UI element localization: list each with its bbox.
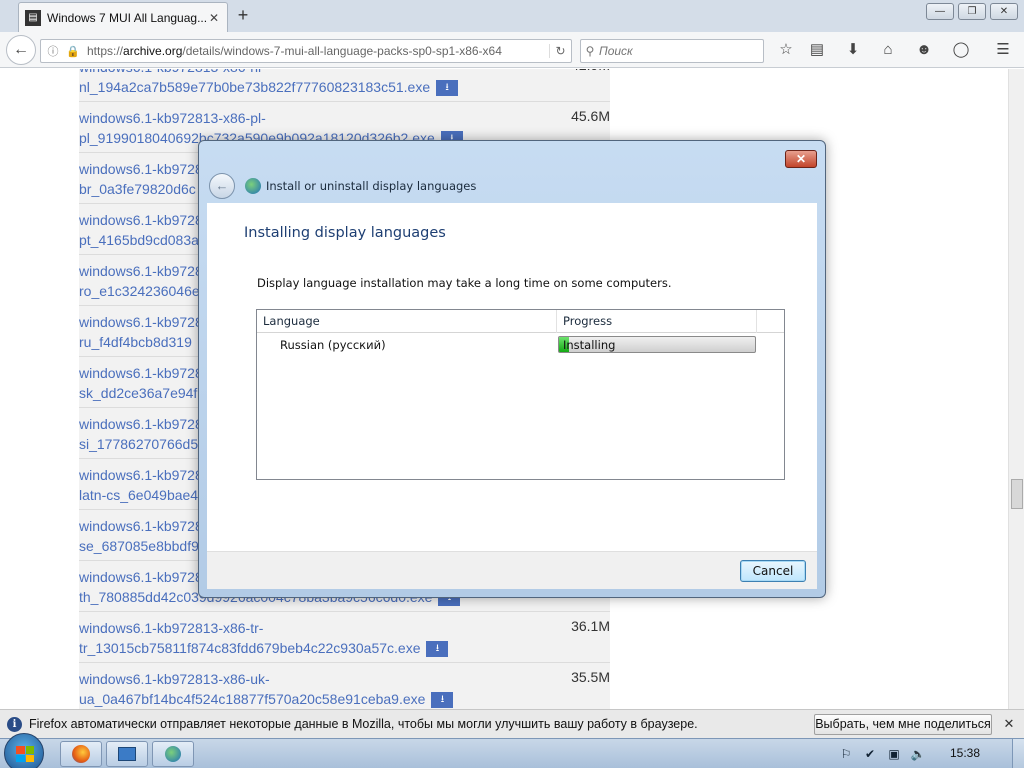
dialog-back-button[interactable]: ←: [209, 173, 235, 199]
back-button[interactable]: ←: [6, 35, 36, 65]
window-close-button[interactable]: ✕: [990, 3, 1018, 20]
download-icon[interactable]: ⭳: [436, 80, 459, 97]
search-box[interactable]: ⚲: [580, 39, 764, 63]
progress-bar: Installing: [558, 336, 756, 353]
column-progress[interactable]: Progress: [557, 310, 757, 333]
clock[interactable]: 15:38: [950, 746, 980, 760]
column-language[interactable]: Language: [257, 310, 557, 333]
dialog-footer: Cancel: [207, 551, 817, 589]
start-button[interactable]: [4, 733, 44, 768]
home-icon[interactable]: ⌂: [877, 40, 899, 60]
maximize-button[interactable]: ❐: [958, 3, 986, 20]
tab-title: Windows 7 MUI All Languag...: [47, 10, 207, 25]
menu-icon[interactable]: ☰: [992, 40, 1014, 60]
url-text[interactable]: https://archive.org/details/windows-7-mu…: [87, 44, 549, 58]
notification-close-icon[interactable]: ✕: [1002, 716, 1016, 732]
page-scrollbar[interactable]: [1008, 69, 1024, 709]
lock-icon: 🔒: [66, 45, 80, 58]
dialog-title: Install or uninstall display languages: [266, 179, 477, 193]
bookmark-star-icon[interactable]: ☆: [775, 40, 797, 60]
browser-titlebar: ▤ Windows 7 MUI All Languag... ✕ + — ❐ ✕: [0, 0, 1024, 32]
language-name: Russian (русский): [280, 338, 386, 352]
file-row: windows6.1-kb972813-x86-tr-tr_13015cb758…: [79, 612, 610, 663]
file-link[interactable]: windows6.1-kb972813-x86-tr-tr_13015cb758…: [79, 618, 549, 658]
reading-list-icon[interactable]: ▤: [806, 40, 828, 60]
info-icon[interactable]: ⓘ: [45, 43, 61, 59]
navigation-bar: ← ⓘ 🔒 https://archive.org/details/window…: [0, 32, 1024, 68]
language-list[interactable]: Language Progress Russian (русский) Inst…: [256, 309, 785, 480]
windows-logo-icon: [16, 746, 34, 762]
download-icon[interactable]: ⭳: [431, 692, 454, 709]
list-item[interactable]: Russian (русский) Installing: [257, 334, 784, 356]
file-size: 35.5M: [571, 669, 610, 685]
cancel-button[interactable]: Cancel: [740, 560, 806, 582]
download-icon[interactable]: ⭳: [426, 641, 449, 658]
action-center-icon[interactable]: ⚐: [838, 746, 854, 762]
taskbar: ⚐ ✔ ▣ 🔈 15:38: [0, 733, 1024, 768]
dialog-description: Display language installation may take a…: [257, 276, 672, 290]
tab-close-icon[interactable]: ✕: [207, 11, 221, 25]
globe-icon: [245, 178, 261, 194]
notification-bar: i Firefox автоматически отправляет некот…: [0, 709, 1024, 738]
back-arrow-icon: ←: [13, 41, 29, 58]
file-size: 36.1M: [571, 618, 610, 634]
control-panel-icon: [118, 747, 136, 761]
reload-icon[interactable]: ↻: [549, 44, 571, 58]
pocket-icon[interactable]: ◯: [950, 40, 972, 60]
list-header: Language Progress: [257, 310, 784, 333]
info-icon: i: [7, 717, 22, 732]
notification-message: Firefox автоматически отправляет некотор…: [29, 717, 698, 731]
volume-muted-icon[interactable]: 🔈: [910, 746, 926, 762]
show-desktop-button[interactable]: [1012, 739, 1024, 768]
firefox-icon: [72, 745, 90, 763]
dialog-heading: Installing display languages: [244, 225, 446, 241]
file-size: 45.6M: [571, 108, 610, 124]
taskbar-firefox[interactable]: [60, 741, 102, 767]
address-bar[interactable]: ⓘ 🔒 https://archive.org/details/windows-…: [40, 39, 572, 63]
new-tab-button[interactable]: +: [232, 5, 254, 26]
taskbar-language-setup[interactable]: [152, 741, 194, 767]
scrollbar-thumb[interactable]: [1011, 479, 1023, 509]
file-link[interactable]: windows6.1-kb972813-x86-nl-nl_194a2ca7b5…: [79, 69, 549, 97]
taskbar-control-panel[interactable]: [106, 741, 148, 767]
language-install-dialog: ✕ ← Install or uninstall display languag…: [198, 140, 826, 598]
downloads-icon[interactable]: ⬇: [842, 40, 864, 60]
file-link[interactable]: windows6.1-kb972813-x86-uk-ua_0a467bf14b…: [79, 669, 549, 709]
file-row: windows6.1-kb972813-x86-uk-ua_0a467bf14b…: [79, 663, 610, 709]
network-status-icon[interactable]: ✔: [862, 746, 878, 762]
dialog-body: Installing display languages Display lan…: [207, 203, 817, 551]
dialog-close-button[interactable]: ✕: [785, 150, 817, 168]
minimize-button[interactable]: —: [926, 3, 954, 20]
choose-what-to-share-button[interactable]: Выбрать, чем мне поделиться: [814, 714, 992, 735]
file-row: windows6.1-kb972813-x86-nl-nl_194a2ca7b5…: [79, 69, 610, 102]
hello-icon[interactable]: ☻: [913, 40, 935, 60]
network-icon[interactable]: ▣: [886, 746, 902, 762]
search-input[interactable]: [599, 44, 749, 58]
globe-icon: [165, 746, 181, 762]
archive-favicon-icon: ▤: [25, 9, 41, 26]
file-size: 42.9M: [571, 69, 610, 73]
browser-tab[interactable]: ▤ Windows 7 MUI All Languag... ✕: [18, 2, 228, 32]
progress-status: Installing: [563, 338, 616, 352]
search-icon: ⚲: [585, 44, 595, 58]
